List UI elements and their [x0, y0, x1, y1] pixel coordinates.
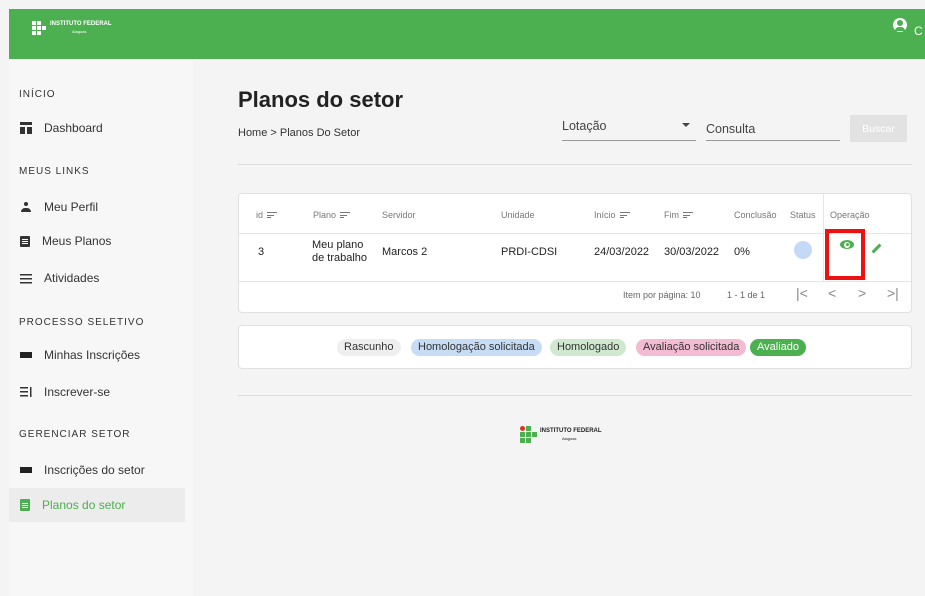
- clipboard-icon: [20, 499, 30, 511]
- sort-icon: [340, 212, 351, 218]
- bar-icon: [20, 464, 32, 476]
- column-header-inicio[interactable]: Início: [594, 210, 630, 220]
- legend-chip-avaliacao-solicitada: Avaliação solicitada: [636, 339, 747, 356]
- sidebar-item-label: Atividades: [44, 271, 100, 285]
- dropdown-arrow-icon: [682, 123, 690, 127]
- sidebar-item-label: Dashboard: [44, 121, 103, 135]
- cell-servidor: Marcos 2: [382, 246, 428, 258]
- cell-fim: 30/03/2022: [664, 246, 720, 258]
- logo-text: INSTITUTO FEDERAL: [50, 21, 112, 27]
- legend-chip-homologado: Homologado: [550, 339, 627, 356]
- sidebar-section-processo-seletivo: PROCESSO SELETIVO: [19, 317, 145, 328]
- divider: [238, 395, 912, 396]
- legend-chip-homologacao-solicitada: Homologação solicitada: [411, 339, 542, 356]
- sort-icon: [267, 212, 278, 218]
- previous-page-button[interactable]: <: [828, 285, 836, 301]
- status-indicator: [794, 241, 812, 259]
- view-plan-button[interactable]: [836, 232, 860, 256]
- next-page-button[interactable]: >: [858, 285, 866, 301]
- sidebar: INÍCIO Dashboard MEUS LINKS Meu Perfil M…: [9, 59, 193, 596]
- column-header-servidor: Servidor: [382, 210, 416, 220]
- sidebar-item-label: Inscrições do setor: [44, 463, 145, 477]
- sidebar-item-planos-do-setor[interactable]: Planos do setor: [9, 488, 185, 522]
- list-icon: [20, 272, 32, 284]
- buscar-button[interactable]: Buscar: [850, 115, 907, 142]
- cell-unidade: PRDI-CDSI: [501, 246, 558, 258]
- consulta-input[interactable]: [706, 117, 840, 141]
- logo-subtext: Alagoas: [72, 29, 87, 34]
- pencil-icon: [871, 243, 882, 254]
- items-per-page-select[interactable]: Item por página: 10: [623, 290, 701, 300]
- sidebar-item-label: Planos do setor: [42, 498, 126, 512]
- sidebar-item-meus-planos[interactable]: Meus Planos: [9, 224, 185, 258]
- institute-logo[interactable]: INSTITUTO FEDERAL Alagoas: [32, 21, 112, 35]
- legend-chip-rascunho: Rascunho: [337, 339, 401, 356]
- user-name-initial[interactable]: C: [914, 24, 923, 38]
- account-circle-icon[interactable]: [893, 18, 907, 32]
- sort-icon: [683, 212, 693, 218]
- cell-inicio: 24/03/2022: [594, 246, 650, 258]
- sidebar-item-label: Meu Perfil: [44, 200, 99, 214]
- row-divider: [239, 281, 911, 282]
- column-header-unidade: Unidade: [501, 210, 535, 220]
- subscribe-icon: [20, 386, 32, 398]
- sidebar-item-atividades[interactable]: Atividades: [9, 261, 185, 295]
- plan-icon: [20, 235, 30, 247]
- sidebar-item-label: Inscrever-se: [44, 385, 111, 399]
- column-header-operacao: Operação: [830, 210, 870, 220]
- column-header-conclusao: Conclusão: [734, 210, 777, 220]
- logo-mark-icon: [32, 21, 46, 35]
- top-bar: INSTITUTO FEDERAL Alagoas: [9, 9, 925, 59]
- column-divider: [823, 194, 824, 282]
- sidebar-item-label: Meus Planos: [42, 234, 112, 248]
- cell-conclusao: 0%: [734, 246, 750, 258]
- footer-logo: INSTITUTO FEDERAL Alagoas: [520, 426, 602, 443]
- footer-logo-text: INSTITUTO FEDERAL: [540, 427, 602, 434]
- edit-plan-button[interactable]: [869, 242, 883, 256]
- sidebar-section-inicio: INÍCIO: [19, 89, 56, 100]
- column-header-id[interactable]: id: [256, 210, 278, 220]
- status-legend: Rascunho Homologação solicitada Homologa…: [238, 325, 912, 369]
- divider: [238, 164, 912, 165]
- sidebar-item-inscrever-se[interactable]: Inscrever-se: [9, 375, 185, 409]
- row-divider: [239, 233, 911, 234]
- column-header-fim[interactable]: Fim: [664, 210, 693, 220]
- sidebar-item-dashboard[interactable]: Dashboard: [9, 111, 185, 145]
- cell-id: 3: [258, 246, 265, 258]
- bar-icon: [20, 349, 32, 361]
- column-header-plano[interactable]: Plano: [313, 210, 351, 220]
- column-header-status: Status: [790, 210, 816, 220]
- eye-icon: [840, 240, 854, 249]
- page-range-label: 1 - 1 de 1: [727, 290, 766, 300]
- sidebar-item-meu-perfil[interactable]: Meu Perfil: [9, 190, 185, 224]
- logo-mark-icon: [520, 426, 537, 443]
- breadcrumb[interactable]: Home > Planos Do Setor: [238, 127, 360, 139]
- legend-chip-avaliado: Avaliado: [750, 339, 806, 356]
- last-page-button[interactable]: >|: [887, 285, 899, 301]
- page-title: Planos do setor: [238, 87, 404, 112]
- sort-icon: [619, 212, 630, 218]
- sidebar-section-meus-links: MEUS LINKS: [19, 166, 90, 177]
- sidebar-section-gerenciar-setor: GERENCIAR SETOR: [19, 429, 131, 440]
- cell-plano: Meu plano de trabalho: [312, 239, 368, 264]
- sidebar-item-minhas-inscricoes[interactable]: Minhas Inscrições: [9, 338, 185, 372]
- plans-table: id Plano Servidor Unidade Início Fim Con…: [238, 193, 912, 313]
- lotacao-select-label: Lotação: [562, 119, 607, 133]
- lotacao-select[interactable]: Lotação: [562, 117, 696, 141]
- sidebar-item-label: Minhas Inscrições: [44, 348, 141, 362]
- sidebar-item-inscricoes-do-setor[interactable]: Inscrições do setor: [9, 453, 185, 487]
- person-icon: [20, 201, 32, 213]
- dashboard-icon: [20, 122, 32, 134]
- first-page-button[interactable]: |<: [796, 285, 808, 301]
- footer-logo-subtext: Alagoas: [562, 435, 577, 441]
